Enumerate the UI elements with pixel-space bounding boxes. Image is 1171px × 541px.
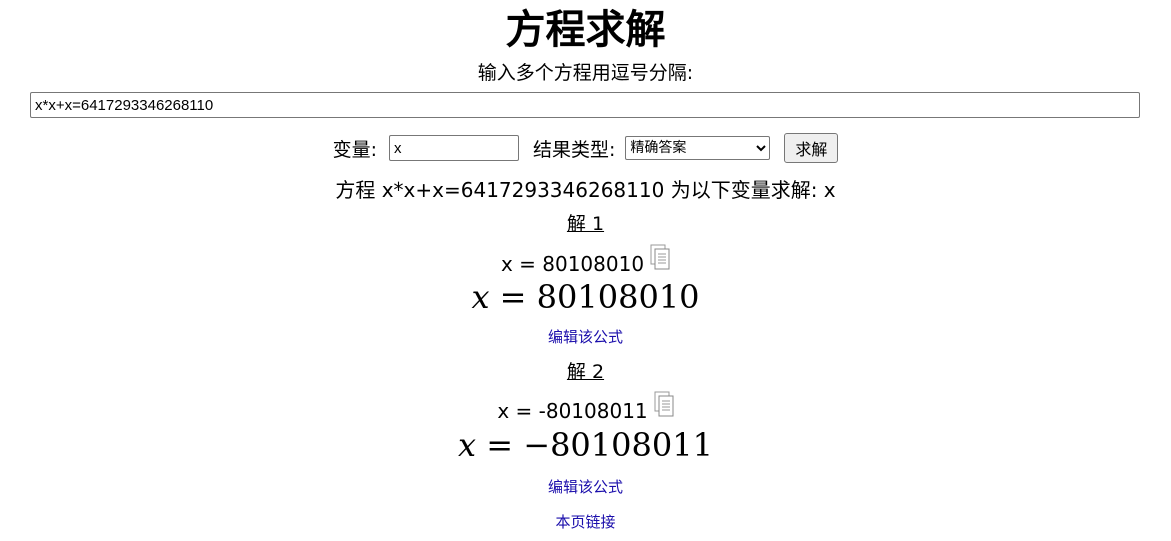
- solution-1-edit-link[interactable]: 编辑该公式: [548, 328, 623, 346]
- solve-summary: 方程 x*x+x=6417293346268110 为以下变量求解: x: [335, 178, 836, 202]
- equation-prompt: 输入多个方程用逗号分隔:: [477, 62, 694, 84]
- solution-1-edit-row: 编辑该公式: [0, 327, 1171, 347]
- solve-button[interactable]: 求解: [784, 133, 839, 163]
- solution-1-math-var: x: [471, 278, 490, 316]
- solution-1-math-value: 80108010: [536, 278, 700, 316]
- page-link-row: 本页链接: [0, 512, 1171, 532]
- solution-2-text-row: x = -80108011: [0, 391, 1171, 425]
- solution-2-math-var: x: [458, 426, 477, 464]
- page-link[interactable]: 本页链接: [555, 513, 615, 531]
- solution-1-math-eq: =: [499, 278, 527, 316]
- variable-input[interactable]: [388, 135, 519, 161]
- page-title: 方程求解: [505, 7, 666, 53]
- solution-2-heading: 解 2: [0, 360, 1171, 384]
- equation-input[interactable]: [30, 92, 1140, 118]
- solution-2-edit-link[interactable]: 编辑该公式: [548, 478, 623, 496]
- solution-1-heading: 解 1: [0, 212, 1171, 236]
- solution-2-heading-text: 解 2: [566, 361, 605, 383]
- result-type-select[interactable]: 精确答案: [625, 136, 771, 160]
- variable-label: 变量:: [332, 138, 377, 161]
- solution-2-math: x = −80108011: [0, 425, 1171, 465]
- solution-1-heading-text: 解 1: [566, 213, 605, 235]
- solution-2-edit-row: 编辑该公式: [0, 477, 1171, 497]
- copy-icon[interactable]: [650, 244, 670, 270]
- copy-icon[interactable]: [654, 391, 674, 417]
- solution-1-text: x = 80108010: [500, 252, 645, 276]
- result-type-label: 结果类型:: [532, 138, 616, 161]
- solution-1-math: x = 80108010: [0, 277, 1171, 317]
- solution-1-text-row: x = 80108010: [0, 244, 1171, 278]
- solution-2-math-eq: =: [486, 426, 514, 464]
- solution-2-math-value: −80108011: [523, 426, 713, 464]
- solver-controls: 变量: 结果类型: 精确答案 求解: [0, 133, 1171, 163]
- solution-2-text: x = -80108011: [497, 399, 648, 423]
